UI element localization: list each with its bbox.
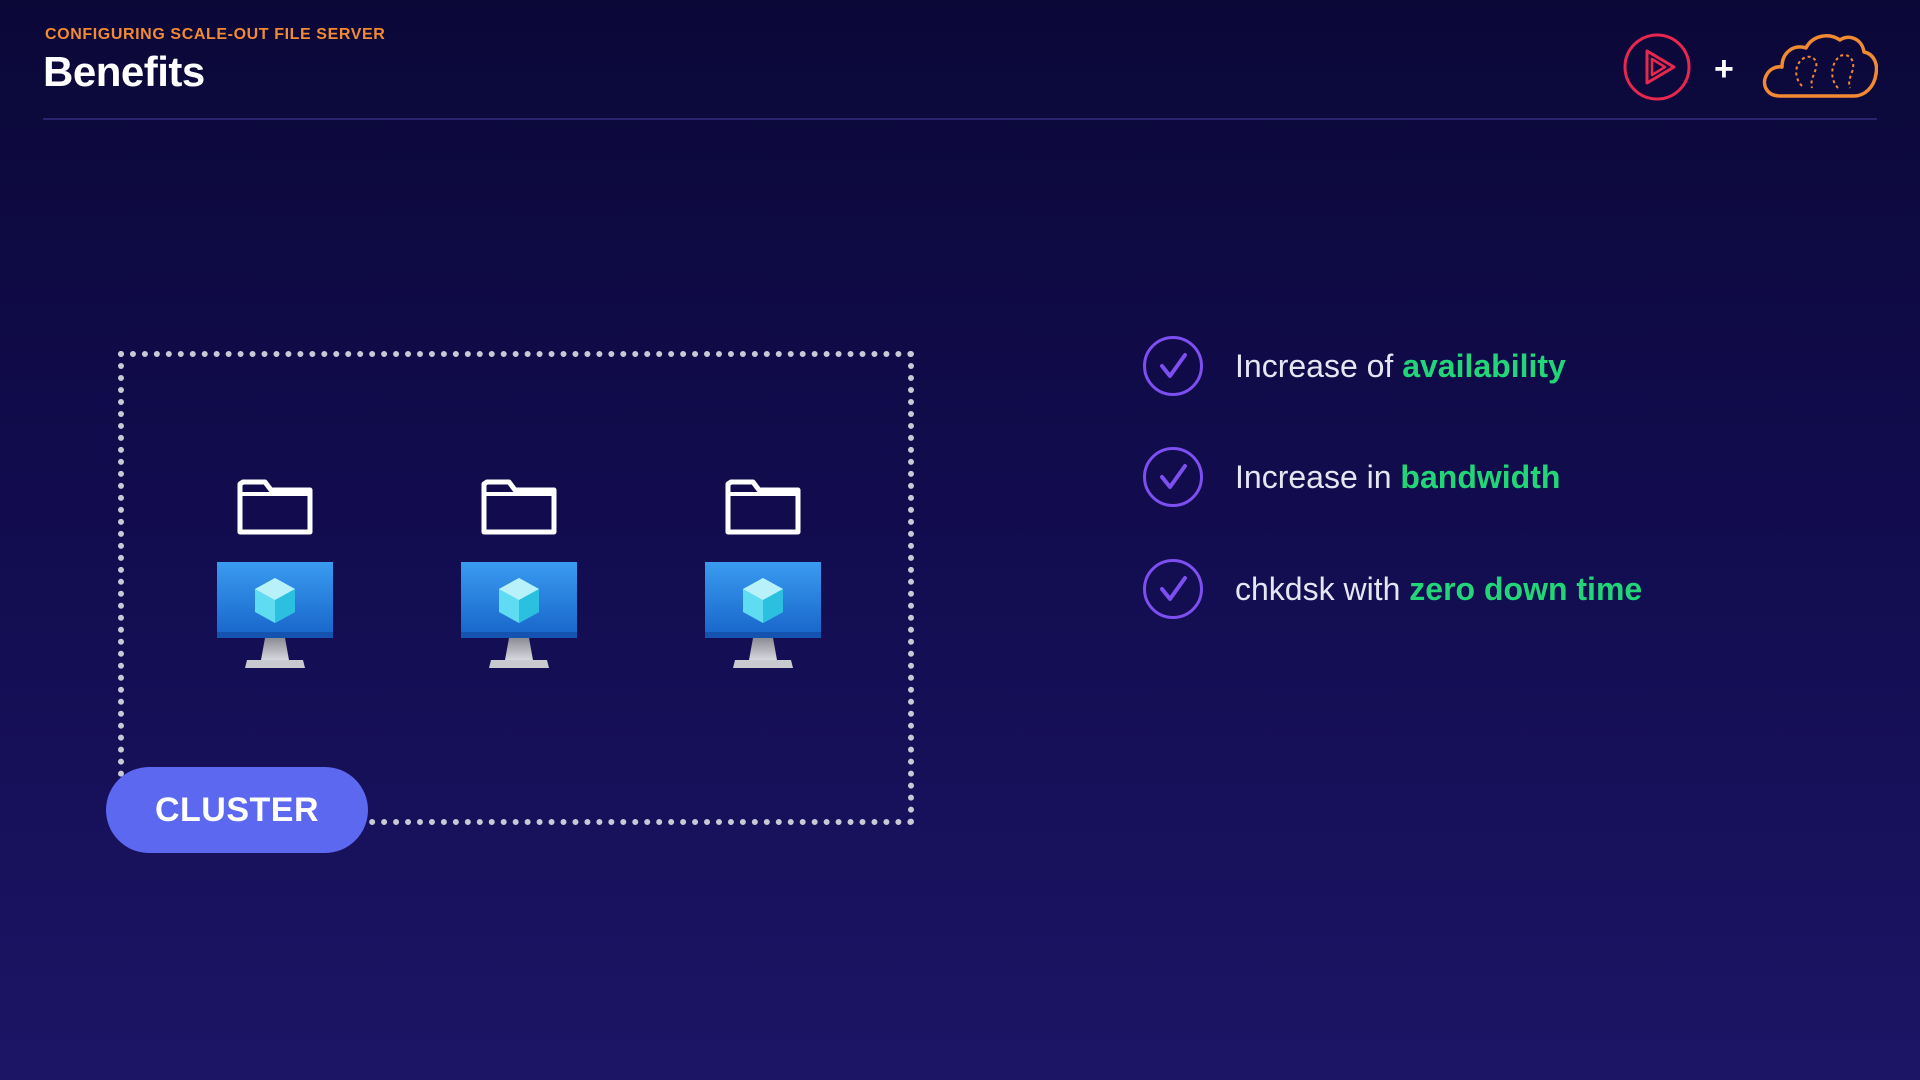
benefit-highlight: bandwidth (1400, 458, 1561, 495)
cluster-node-3 (705, 474, 821, 674)
benefit-prefix: Increase in (1235, 458, 1401, 495)
benefit-prefix: chkdsk with (1235, 570, 1410, 607)
cloud-brain-logo-icon (1762, 34, 1878, 98)
slide-header: CONFIGURING SCALE-OUT FILE SERVER Benefi… (0, 0, 1920, 122)
header-divider (43, 118, 1877, 120)
folder-icon (237, 479, 313, 535)
cluster-node-1 (217, 474, 333, 674)
slide-title: Benefits (43, 48, 205, 95)
checkmark-icon (1143, 447, 1203, 507)
cluster-label-pill: CLUSTER (106, 767, 368, 853)
folder-icon (725, 479, 801, 535)
plus-sign: + (1714, 50, 1734, 88)
folder-icon (481, 479, 557, 535)
benefit-highlight: availability (1402, 347, 1566, 384)
benefit-text: Increase of availability (1235, 348, 1566, 385)
benefit-highlight: zero down time (1409, 570, 1643, 607)
checkmark-icon (1143, 336, 1203, 396)
play-logo-icon (1623, 33, 1691, 101)
benefit-text: chkdsk with zero down time (1235, 571, 1642, 608)
section-kicker: CONFIGURING SCALE-OUT FILE SERVER (45, 26, 386, 43)
checkmark-icon (1143, 559, 1203, 619)
cluster-node-2 (461, 474, 577, 674)
benefit-item-zero-downtime: chkdsk with zero down time (1143, 557, 1843, 621)
benefit-text: Increase in bandwidth (1235, 459, 1560, 496)
benefit-item-availability: Increase of availability (1143, 334, 1843, 398)
server-monitor-icon (217, 562, 333, 668)
server-monitor-icon (461, 562, 577, 668)
benefit-prefix: Increase of (1235, 347, 1403, 384)
benefit-item-bandwidth: Increase in bandwidth (1143, 445, 1843, 509)
server-monitor-icon (705, 562, 821, 668)
